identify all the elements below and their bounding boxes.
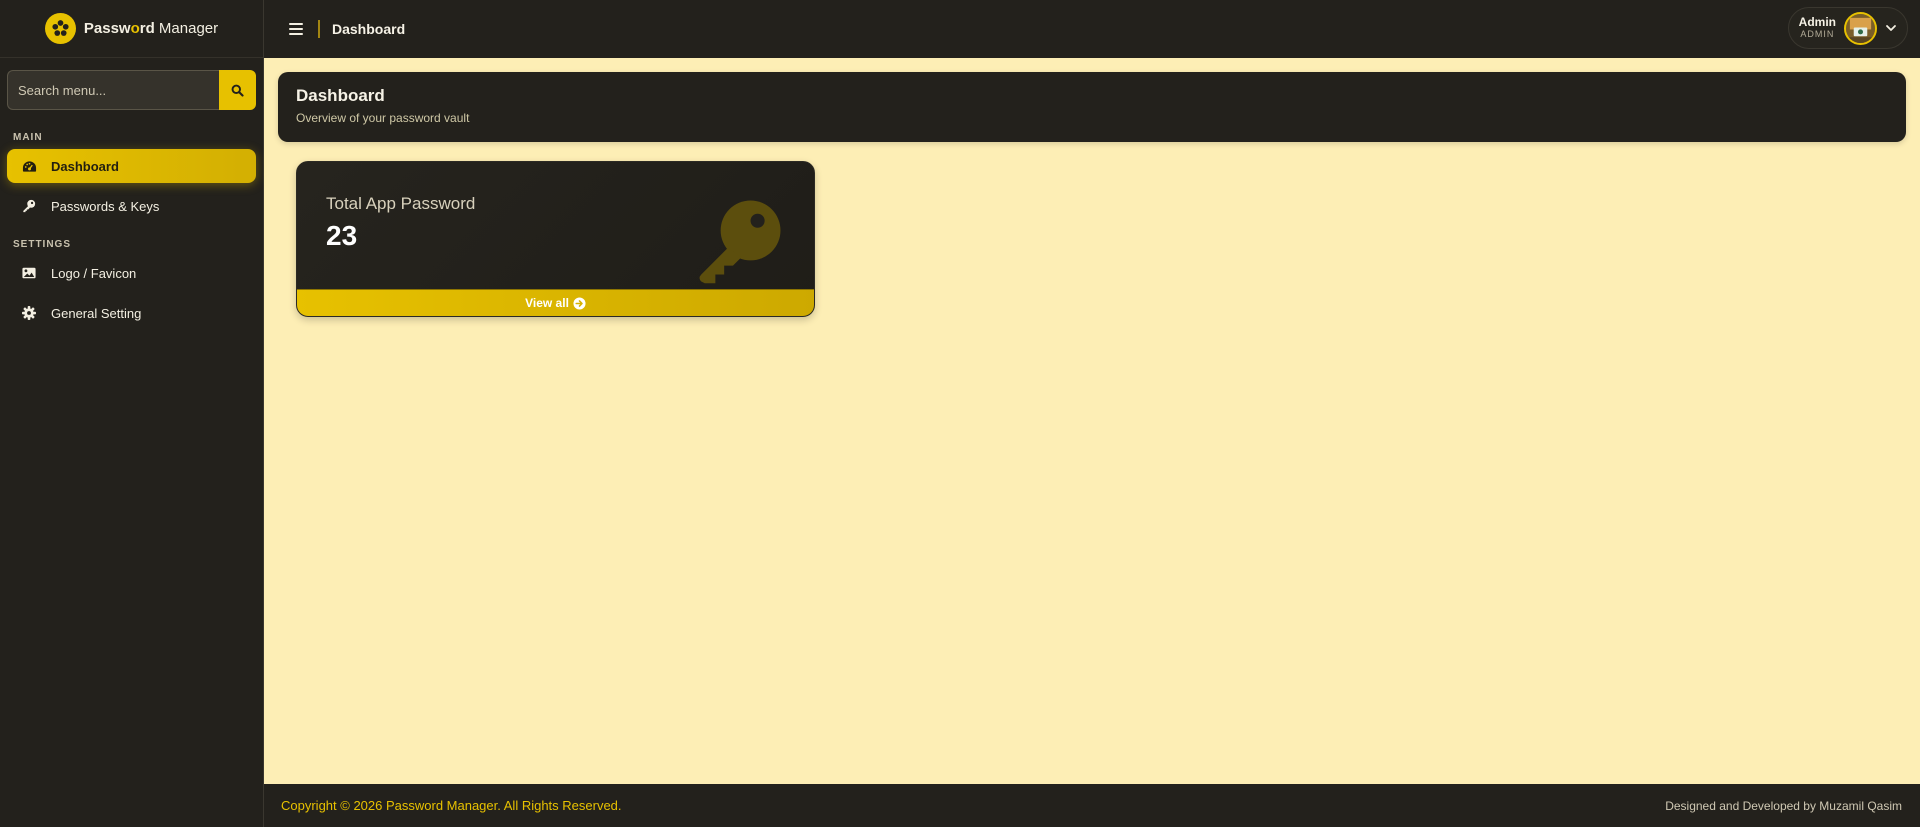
gauge-icon: [21, 158, 37, 174]
brand-name-part1: Passw: [83, 20, 131, 37]
sidebar-item-label: Passwords & Keys: [51, 198, 160, 214]
page-title: Dashboard: [296, 86, 385, 105]
user-name: Admin: [1798, 15, 1836, 30]
sidebar-item-general-setting[interactable]: General Setting: [7, 296, 256, 330]
topbar: Dashboard Admin ADMIN: [264, 0, 1920, 58]
gear-icon: [21, 305, 37, 321]
brand[interactable]: Password Manager: [0, 0, 263, 58]
view-all-link[interactable]: View all: [297, 289, 814, 316]
brand-logo-icon: [44, 13, 76, 44]
sidebar-item-label: Dashboard: [51, 158, 119, 174]
chevron-down-icon: [1886, 25, 1896, 31]
arrow-circle-right-icon: [573, 296, 586, 310]
menu-section-main: MAIN: [13, 132, 43, 143]
user-info: Admin ADMIN: [1799, 16, 1836, 39]
sidebar-item-logo-favicon[interactable]: Logo / Favicon: [7, 256, 256, 290]
sidebar: Password Manager MAIN Dashboard: [0, 0, 264, 827]
stat-label: Total App Password: [326, 194, 476, 213]
sidebar-item-passwords-keys[interactable]: Passwords & Keys: [7, 189, 256, 223]
brand-name-part4: Manager: [158, 20, 219, 37]
topbar-divider: [318, 20, 320, 38]
sidebar-item-label: General Setting: [51, 305, 142, 321]
stat-card-total-app-password: Total App Password 23 View all: [296, 161, 815, 317]
brand-name-part2: o: [130, 20, 140, 37]
topbar-title: Dashboard: [332, 21, 406, 37]
menu-search: [7, 70, 256, 110]
footer: Copyright © 2026 Password Manager. All R…: [264, 784, 1920, 827]
brand-name: Password Manager: [84, 20, 218, 37]
user-menu[interactable]: Admin ADMIN: [1787, 7, 1908, 49]
search-icon: [231, 84, 244, 97]
user-role: ADMIN: [1800, 28, 1835, 39]
footer-copyright: Copyright © 2026 Password Manager. All R…: [281, 798, 622, 813]
sidebar-item-dashboard[interactable]: Dashboard: [7, 149, 256, 183]
search-button[interactable]: [219, 70, 256, 110]
page-subtitle: Overview of your password vault: [296, 111, 470, 125]
stat-value: 23: [326, 220, 358, 251]
menu-section-settings: SETTINGS: [13, 239, 72, 250]
avatar: [1844, 11, 1877, 45]
search-input[interactable]: [7, 70, 219, 110]
page-header: Dashboard Overview of your password vaul…: [278, 72, 1906, 142]
menu-toggle-icon[interactable]: [289, 20, 307, 38]
key-icon: [21, 198, 37, 214]
view-all-label: View all: [525, 296, 569, 310]
image-icon: [21, 265, 37, 281]
sidebar-item-label: Logo / Favicon: [51, 265, 137, 281]
footer-credit: Designed and Developed by Muzamil Qasim: [1665, 798, 1902, 813]
brand-name-part3: rd: [139, 20, 155, 37]
key-icon: [696, 197, 784, 290]
